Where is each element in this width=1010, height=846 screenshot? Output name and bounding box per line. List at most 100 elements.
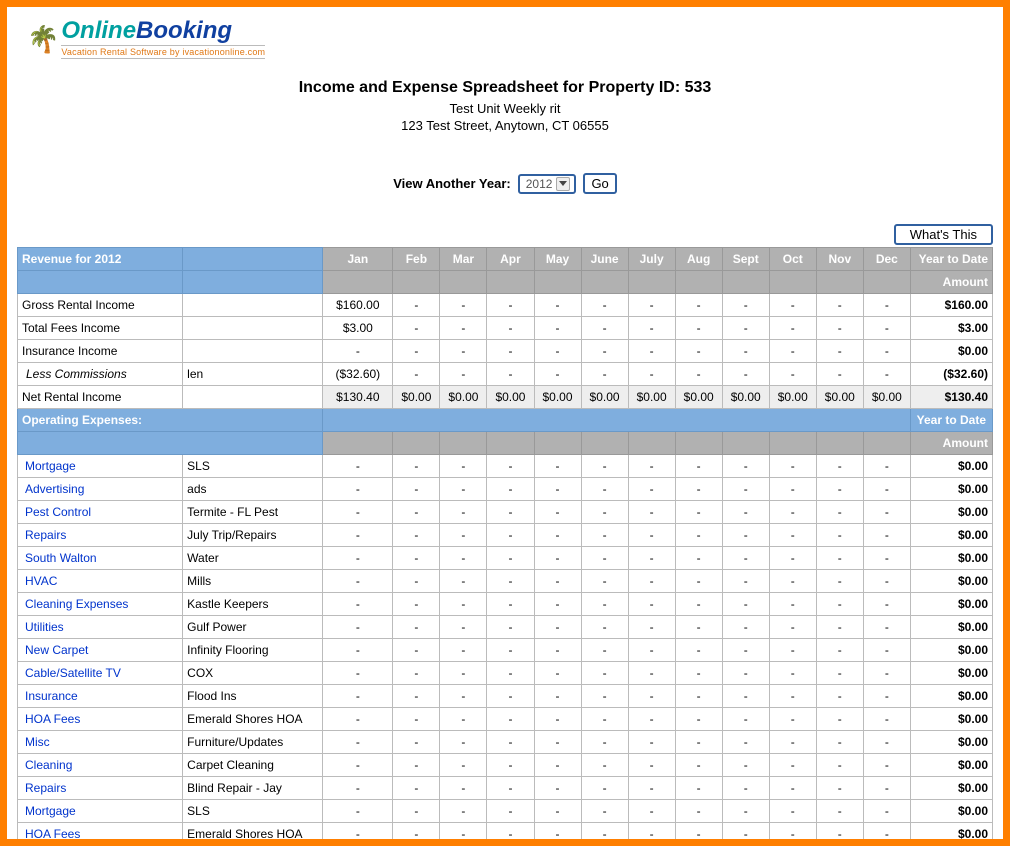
expense-link[interactable]: Cleaning Expenses (22, 597, 128, 611)
expense-row-month: - (863, 800, 910, 823)
expense-row-month: - (440, 823, 487, 846)
whats-this-button[interactable]: What's This (894, 224, 993, 245)
expense-link[interactable]: Cleaning (22, 758, 72, 772)
expense-row-month: - (863, 501, 910, 524)
expense-row-month: - (769, 478, 816, 501)
expense-link[interactable]: Mortgage (22, 459, 76, 473)
expense-row-month: - (769, 616, 816, 639)
expense-row-ytd: $0.00 (910, 685, 992, 708)
expense-row-month: - (393, 731, 440, 754)
expense-link[interactable]: HOA Fees (22, 712, 80, 726)
expense-row-ytd: $0.00 (910, 777, 992, 800)
revenue-row-month: - (863, 294, 910, 317)
year-select[interactable]: 2012 (518, 174, 577, 194)
expense-row-month: - (628, 823, 675, 846)
revenue-row-vendor (183, 340, 323, 363)
expense-link[interactable]: Repairs (22, 781, 66, 795)
net-rental-month: $0.00 (628, 386, 675, 409)
expense-row-month: - (675, 708, 722, 731)
net-rental-month: $0.00 (534, 386, 581, 409)
expense-row-month: - (628, 685, 675, 708)
expense-row-ytd: $0.00 (910, 639, 992, 662)
revenue-row-month: - (675, 363, 722, 386)
expense-row-month: - (722, 524, 769, 547)
expense-row-month: - (816, 547, 863, 570)
expense-row-month: - (393, 593, 440, 616)
expense-row-jan: - (323, 662, 393, 685)
expense-row-month: - (675, 478, 722, 501)
expense-row-month: - (769, 754, 816, 777)
expense-row-jan: - (323, 478, 393, 501)
expense-row-month: - (534, 501, 581, 524)
expense-row-name: HOA Fees (18, 708, 183, 731)
expense-row-month: - (863, 478, 910, 501)
revenue-section-spacer (183, 248, 323, 271)
expense-row-month: - (581, 639, 628, 662)
expense-row-name: Pest Control (18, 501, 183, 524)
expense-row-month: - (581, 754, 628, 777)
net-rental-month: $0.00 (675, 386, 722, 409)
expense-row-month: - (816, 685, 863, 708)
expense-row-month: - (628, 731, 675, 754)
expense-row-month: - (534, 823, 581, 846)
expense-row-month: - (393, 455, 440, 478)
expense-link[interactable]: Pest Control (22, 505, 91, 519)
expense-row-jan: - (323, 570, 393, 593)
revenue-row-month: - (816, 317, 863, 340)
expense-row-month: - (863, 708, 910, 731)
revenue-row-month: - (487, 317, 534, 340)
expense-row-month: - (628, 501, 675, 524)
logo-title: OnlineBooking (61, 19, 265, 43)
expense-row-name: Advertising (18, 478, 183, 501)
expense-row-month: - (487, 593, 534, 616)
expense-row-month: - (393, 823, 440, 846)
expense-row-vendor: ads (183, 478, 323, 501)
expense-row-month: - (581, 777, 628, 800)
expense-row-vendor: Carpet Cleaning (183, 754, 323, 777)
expense-row-month: - (769, 685, 816, 708)
year-picker: View Another Year: 2012 Go (17, 173, 993, 194)
expense-link[interactable]: South Walton (22, 551, 97, 565)
expense-link[interactable]: New Carpet (22, 643, 88, 657)
expense-link[interactable]: Cable/Satellite TV (22, 666, 121, 680)
expense-link[interactable]: Insurance (22, 689, 78, 703)
expense-row-month: - (393, 547, 440, 570)
logo-title-b: Booking (136, 17, 232, 44)
expense-row-name: HOA Fees (18, 823, 183, 846)
month-header-oct: Oct (769, 248, 816, 271)
expense-row-month: - (487, 777, 534, 800)
expense-link[interactable]: Repairs (22, 528, 66, 542)
go-button[interactable]: Go (583, 173, 616, 194)
expense-row-month: - (440, 478, 487, 501)
expense-row-month: - (393, 570, 440, 593)
expense-link[interactable]: Advertising (22, 482, 84, 496)
expense-row-month: - (769, 593, 816, 616)
expense-row-month: - (440, 662, 487, 685)
expense-row-month: - (863, 547, 910, 570)
expense-row-vendor: COX (183, 662, 323, 685)
expense-row-month: - (675, 777, 722, 800)
revenue-row-month: - (722, 363, 769, 386)
expense-row-name: Mortgage (18, 800, 183, 823)
expense-row-month: - (393, 524, 440, 547)
expense-row-vendor: Emerald Shores HOA (183, 708, 323, 731)
expense-row-month: - (393, 639, 440, 662)
expense-row-month: - (675, 593, 722, 616)
expense-row-month: - (675, 501, 722, 524)
property-address: 123 Test Street, Anytown, CT 06555 (17, 118, 993, 133)
expense-link[interactable]: Misc (22, 735, 50, 749)
expense-row-jan: - (323, 754, 393, 777)
revenue-row-month: - (628, 363, 675, 386)
expense-row-month: - (581, 685, 628, 708)
expense-link[interactable]: HVAC (22, 574, 57, 588)
expense-row-month: - (863, 754, 910, 777)
revenue-row-ytd: $3.00 (910, 317, 992, 340)
expense-row-ytd: $0.00 (910, 501, 992, 524)
expense-row-month: - (628, 777, 675, 800)
expense-link[interactable]: HOA Fees (22, 827, 80, 841)
expense-row-month: - (722, 800, 769, 823)
expense-row-month: - (393, 777, 440, 800)
expense-link[interactable]: Utilities (22, 620, 64, 634)
expense-link[interactable]: Mortgage (22, 804, 76, 818)
expense-row-month: - (440, 639, 487, 662)
